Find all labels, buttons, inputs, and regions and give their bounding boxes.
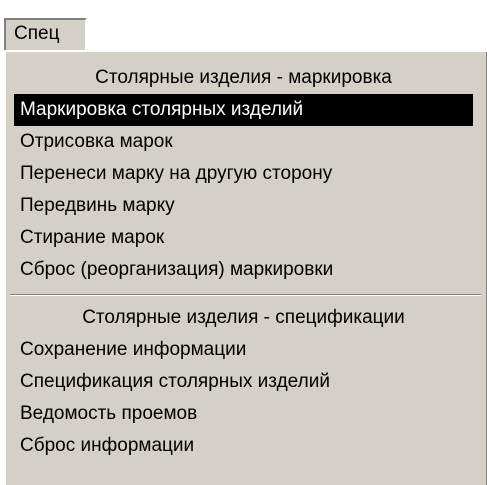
menu-section-header-specs: Столярные изделия - спецификации — [82, 307, 405, 328]
menu-item-reset-marking[interactable]: Сброс (реорганизация) маркировки — [14, 254, 473, 286]
menu-item-marking-joinery[interactable]: Маркировка столярных изделий — [14, 94, 473, 126]
menu-section-header-marking: Столярные изделия - маркировка — [95, 67, 392, 88]
menu-separator — [10, 289, 481, 302]
menu-item-openings-list[interactable]: Ведомость проемов — [14, 398, 473, 430]
menu-spec[interactable]: Спец — [4, 18, 87, 50]
menu-item-draw-marks[interactable]: Отрисовка марок — [14, 126, 473, 158]
app-window: Спец Столярные изделия - маркировка Марк… — [0, 0, 487, 485]
menu-item-reset-info[interactable]: Сброс информации — [14, 430, 473, 462]
menu-list: Столярные изделия - маркировка Маркировк… — [10, 62, 481, 462]
menu-item-move-mark[interactable]: Передвинь марку — [14, 190, 473, 222]
menu-item-joinery-spec[interactable]: Спецификация столярных изделий — [14, 366, 473, 398]
menu-item-erase-marks[interactable]: Стирание марок — [14, 222, 473, 254]
menu-item-move-mark-other-side[interactable]: Перенеси марку на другую сторону — [14, 158, 473, 190]
menu-item-save-info[interactable]: Сохранение информации — [14, 334, 473, 366]
dropdown-menu: Столярные изделия - маркировка Маркировк… — [4, 50, 487, 485]
